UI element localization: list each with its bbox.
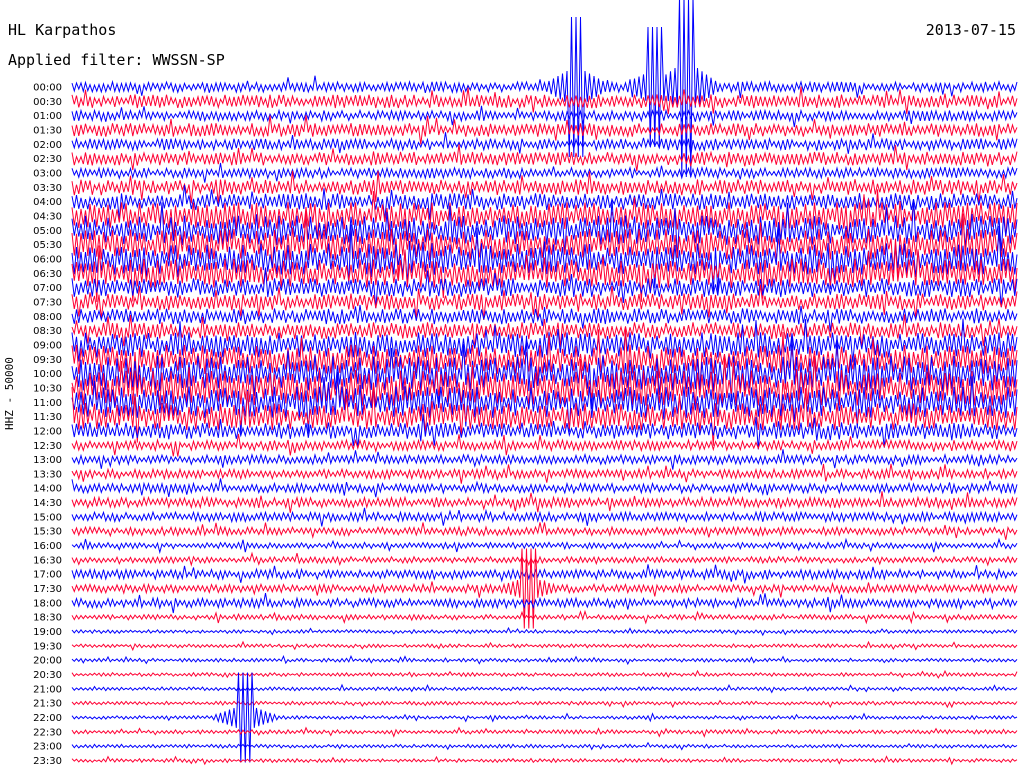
time-tick-labels: 00:00 00:30 01:00 01:30 02:00 02:30 03:00 03:30… [33,83,62,768]
tick-label-0900: 09:00 [33,340,62,351]
tick-label-0500: 05:00 [33,226,62,237]
tick-label-2300: 23:00 [33,742,62,753]
tick-label-0300: 03:00 [33,168,62,179]
tick-label-1800: 18:00 [33,598,62,609]
tick-label-1830: 18:30 [33,613,62,624]
tick-label-1530: 15:30 [33,527,62,538]
tick-label-1230: 12:30 [33,441,62,452]
tick-label-0630: 06:30 [33,269,62,280]
trace-2030 [71,669,1018,679]
tick-label-1300: 13:00 [33,455,62,466]
tick-label-2230: 22:30 [33,727,62,738]
tick-label-0100: 01:00 [33,111,62,122]
tick-label-1100: 11:00 [33,398,62,409]
tick-label-0230: 02:30 [33,154,62,165]
tick-label-2030: 20:30 [33,670,62,681]
trace-1800 [71,593,1018,614]
trace-1300 [71,449,1018,470]
trace-1630 [71,551,1018,567]
tick-label-1900: 19:00 [33,627,62,638]
trace-1830 [71,609,1018,625]
tick-label-0000: 00:00 [33,83,62,94]
trace-0500 [71,198,1018,259]
trace-1930 [71,640,1018,652]
tick-label-0430: 04:30 [33,211,62,222]
trace-1600 [71,537,1018,555]
tick-label-0800: 08:00 [33,312,62,323]
seismogram-plot: 00:00 00:30 01:00 01:30 02:00 02:30 03:00 03:30… [33,0,1018,768]
trace-0400 [71,184,1018,220]
trace-0730 [71,284,1018,320]
tick-label-0830: 08:30 [33,326,62,337]
tick-label-0700: 07:00 [33,283,62,294]
tick-label-0530: 05:30 [33,240,62,251]
trace-1730 [71,548,1018,629]
tick-label-1600: 16:00 [33,541,62,552]
tick-label-1330: 13:30 [33,469,62,480]
tick-label-1400: 14:00 [33,484,62,495]
trace-2330 [71,755,1018,766]
tick-label-2330: 23:30 [33,756,62,767]
tick-label-0200: 02:00 [33,140,62,151]
trace-1400 [71,478,1018,498]
tick-label-1630: 16:30 [33,555,62,566]
tick-label-2200: 22:00 [33,713,62,724]
trace-0700 [71,267,1018,309]
trace-1330 [71,463,1018,484]
trace-1230 [71,433,1018,457]
tick-label-1130: 11:30 [33,412,62,423]
tick-label-1700: 17:00 [33,570,62,581]
tick-label-2000: 20:00 [33,656,62,667]
tick-label-0730: 07:30 [33,297,62,308]
tick-label-1030: 10:30 [33,383,62,394]
trace-2200 [71,672,1018,763]
tick-label-2100: 21:00 [33,684,62,695]
trace-1530 [71,522,1018,540]
tick-label-0930: 09:30 [33,355,62,366]
trace-0300 [71,162,1018,183]
tick-label-0030: 00:30 [33,97,62,108]
trace-1430 [71,491,1018,513]
trace-2230 [71,726,1018,738]
tick-label-1730: 17:30 [33,584,62,595]
tick-label-0330: 03:30 [33,183,62,194]
trace-2300 [71,741,1018,751]
tick-label-1000: 10:00 [33,369,62,380]
tick-label-1500: 15:00 [33,512,62,523]
trace-2000 [71,654,1018,666]
tick-label-1930: 19:30 [33,641,62,652]
trace-group [71,0,1018,766]
trace-2130 [71,699,1018,709]
tick-label-1430: 14:30 [33,498,62,509]
tick-label-2130: 21:30 [33,699,62,710]
tick-label-0400: 04:00 [33,197,62,208]
trace-1000 [71,335,1018,410]
tick-label-1200: 12:00 [33,426,62,437]
tick-label-0600: 06:00 [33,254,62,265]
trace-1900 [71,626,1018,637]
trace-2100 [71,683,1018,694]
tick-label-0130: 01:30 [33,125,62,136]
